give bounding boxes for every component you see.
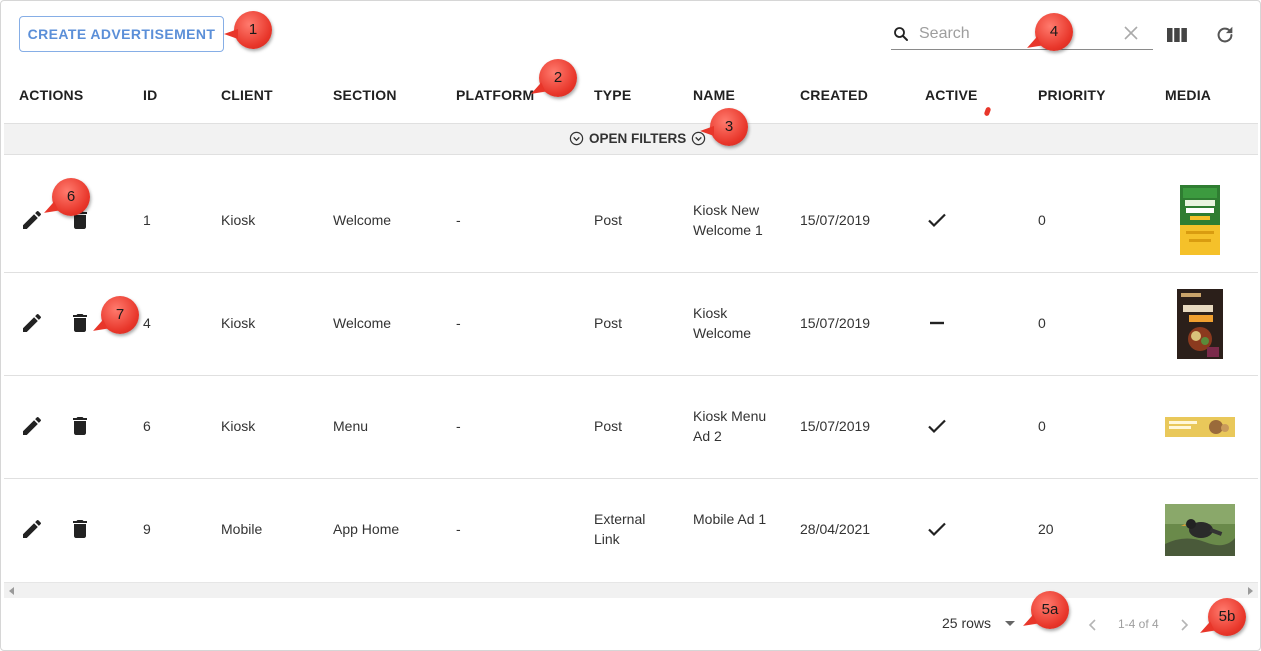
pagination-range: 1-4 of 4 [1118, 617, 1159, 631]
cell-client: Kiosk [221, 212, 256, 228]
cell-name: Mobile Ad 1 [693, 511, 767, 527]
trash-icon[interactable] [68, 414, 92, 438]
rows-per-page-select[interactable]: 25 rows [942, 615, 1016, 631]
search-input[interactable] [919, 23, 1119, 45]
check-icon [928, 419, 946, 434]
advertisements-table-panel: CREATE ADVERTISEMENT ACTIONS ID CLIENT S… [0, 0, 1261, 651]
next-page-icon[interactable] [1175, 616, 1193, 634]
callout-marker: 5a [1031, 591, 1069, 629]
search-icon [894, 27, 908, 41]
cell-priority: 20 [1038, 521, 1054, 537]
cell-platform: - [456, 521, 461, 537]
table-row: 1 Kiosk Welcome - Post Kiosk New Welcome… [4, 155, 1258, 273]
cell-platform: - [456, 212, 461, 228]
column-header-media: MEDIA [1165, 87, 1212, 103]
column-header-priority[interactable]: PRIORITY [1038, 87, 1106, 103]
callout-marker: 7 [101, 296, 139, 334]
pencil-icon[interactable] [20, 311, 44, 335]
table-row: 9 Mobile App Home - External Link Mobile… [4, 479, 1258, 582]
cell-id: 4 [143, 315, 151, 331]
search-field[interactable] [891, 19, 1153, 50]
previous-page-icon[interactable] [1084, 616, 1102, 634]
filters-bar: OPEN FILTERS [4, 123, 1258, 155]
close-icon[interactable] [1123, 25, 1139, 41]
media-thumbnail[interactable] [1165, 417, 1235, 437]
cell-created: 15/07/2019 [800, 212, 871, 228]
cell-client: Mobile [221, 521, 263, 537]
dash-icon [930, 321, 944, 325]
rows-per-page-label: 25 rows [942, 615, 992, 631]
callout-marker: 5b [1208, 598, 1246, 636]
cell-created: 28/04/2021 [800, 521, 871, 537]
cell-id: 6 [143, 418, 151, 434]
trash-icon[interactable] [68, 311, 92, 335]
create-advertisement-button[interactable]: CREATE ADVERTISEMENT [19, 16, 224, 52]
cell-name: Kiosk Menu Ad 2 [693, 408, 767, 444]
media-thumbnail[interactable] [1165, 504, 1235, 556]
cell-platform: - [456, 418, 461, 434]
trash-icon[interactable] [68, 517, 92, 541]
cell-type: Post [594, 315, 623, 331]
open-filters-button[interactable]: OPEN FILTERS [569, 131, 706, 146]
table-row: 6 Kiosk Menu - Post Kiosk Menu Ad 2 15/0… [4, 376, 1258, 479]
cell-type: Post [594, 418, 623, 434]
cell-section: Welcome [333, 315, 392, 331]
cell-name: Kiosk New Welcome 1 [693, 202, 763, 238]
column-header-section[interactable]: SECTION [333, 87, 397, 103]
callout-marker: 6 [52, 178, 90, 216]
chevron-down-circle-icon [569, 131, 584, 146]
column-header-client[interactable]: CLIENT [221, 87, 273, 103]
cell-priority: 0 [1038, 212, 1046, 228]
cell-priority: 0 [1038, 418, 1046, 434]
caret-down-icon [1005, 620, 1016, 626]
media-thumbnail[interactable] [1177, 289, 1223, 359]
media-thumbnail[interactable] [1180, 185, 1220, 255]
refresh-icon[interactable] [1214, 24, 1236, 46]
callout-marker: 2 [539, 59, 577, 97]
scroll-left-icon[interactable] [9, 587, 14, 595]
cell-priority: 0 [1038, 315, 1046, 331]
column-header-active[interactable]: ACTIVE [925, 87, 978, 103]
check-icon [928, 213, 946, 228]
cell-created: 15/07/2019 [800, 418, 871, 434]
table-row: 4 Kiosk Welcome - Post Kiosk Welcome 15/… [4, 273, 1258, 376]
cell-name: Kiosk Welcome [693, 305, 752, 341]
pencil-icon[interactable] [20, 208, 44, 232]
callout-marker: 3 [700, 108, 748, 146]
annotation-mark [983, 106, 992, 117]
column-header-created[interactable]: CREATED [800, 87, 868, 103]
pencil-icon[interactable] [20, 414, 44, 438]
view-column-icon[interactable] [1166, 24, 1188, 46]
cell-id: 9 [143, 521, 151, 537]
callout-marker: 4 [1035, 13, 1073, 51]
column-header-platform[interactable]: PLATFORM [456, 87, 534, 103]
cell-created: 15/07/2019 [800, 315, 871, 331]
cell-section: App Home [333, 521, 400, 537]
cell-type: Post [594, 212, 623, 228]
cell-id: 1 [143, 212, 151, 228]
scroll-right-icon[interactable] [1248, 587, 1253, 595]
horizontal-scrollbar[interactable] [4, 582, 1258, 598]
callout-marker: 1 [224, 11, 272, 49]
check-icon [928, 522, 946, 537]
column-header-type[interactable]: TYPE [594, 87, 631, 103]
pencil-icon[interactable] [20, 517, 44, 541]
column-header-name[interactable]: NAME [693, 87, 735, 103]
open-filters-label: OPEN FILTERS [589, 131, 687, 146]
column-header-id[interactable]: ID [143, 87, 157, 103]
cell-type: External Link [594, 511, 646, 547]
cell-section: Welcome [333, 212, 392, 228]
cell-client: Kiosk [221, 418, 256, 434]
cell-section: Menu [333, 418, 369, 434]
cell-client: Kiosk [221, 315, 256, 331]
cell-platform: - [456, 315, 461, 331]
column-header-actions: ACTIONS [19, 87, 84, 103]
